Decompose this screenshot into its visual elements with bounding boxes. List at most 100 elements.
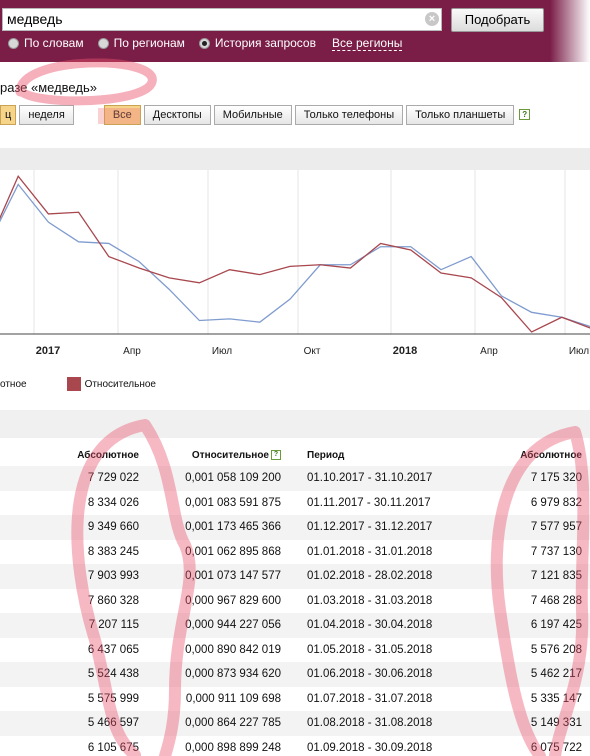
cell-relative: 0,000 944 227 056: [185, 619, 281, 632]
header-absolute-2[interactable]: Абсолютное: [453, 450, 586, 461]
table-row: 6 437 065 0,000 890 842 019 01.05.2018 - 3…: [0, 638, 590, 663]
cell-relative: 0,001 083 591 875: [185, 496, 281, 509]
legend-swatch-relative[interactable]: [66, 377, 81, 391]
cell-absolute: 6 437 065: [87, 643, 139, 656]
cell-period: 01.02.2018 - 28.02.2018: [307, 570, 433, 583]
header-relative-label: Относительное: [191, 449, 269, 461]
legend-label-absolute[interactable]: отное: [0, 379, 27, 390]
cell-absolute-2: 7 737 130: [530, 545, 582, 558]
header-period[interactable]: Период: [285, 450, 453, 461]
search-mode-group: По словам По регионам История запросов В…: [8, 35, 403, 51]
cell-absolute: 5 524 438: [87, 668, 139, 681]
cell-relative: 0,000 911 109 698: [185, 692, 281, 705]
table-row: 7 207 115 0,000 944 227 056 01.04.2018 - 3…: [0, 613, 590, 638]
cell-relative: 0,001 073 147 577: [185, 570, 281, 583]
cell-period: 01.11.2017 - 30.11.2017: [307, 496, 431, 509]
filter-bar: ц неделя Все Десктопы Мобильные Только т…: [0, 105, 531, 125]
radio-dot-icon: [8, 37, 19, 49]
x-tick-label: Июл: [569, 346, 589, 357]
all-regions-link[interactable]: Все регионы: [331, 36, 403, 51]
table-header: Абсолютное Относительное? Период Абсолют…: [0, 444, 590, 466]
table-row: 7 903 993 0,001 073 147 577 01.02.2018 - 2…: [0, 564, 590, 589]
cell-absolute-2: 7 175 320: [530, 472, 582, 485]
cell-relative: 0,000 967 829 600: [185, 594, 281, 607]
cell-period: 01.03.2018 - 31.03.2018: [307, 594, 433, 607]
series-line-relative: [0, 174, 590, 333]
cell-absolute: 6 105 675: [87, 741, 139, 754]
table-row: 7 729 022 0,001 058 109 200 01.10.2017 - 3…: [0, 466, 590, 491]
cell-period: 01.07.2018 - 31.07.2018: [307, 692, 433, 705]
cell-absolute-2: 7 468 288: [530, 594, 582, 607]
cell-absolute: 5 466 597: [87, 717, 139, 730]
table-row: 5 575 999 0,000 911 109 698 01.07.2018 - 3…: [0, 687, 590, 712]
page-title: разе «медведь»: [0, 80, 97, 95]
cell-period: 01.10.2017 - 31.10.2017: [307, 472, 433, 485]
cell-absolute-2: 5 149 331: [530, 717, 582, 730]
radio-query-history[interactable]: История запросов: [198, 36, 316, 50]
device-all-button[interactable]: Все: [103, 105, 141, 125]
radio-by-regions[interactable]: По регионам: [97, 36, 185, 50]
legend-label-relative[interactable]: Относительное: [85, 379, 156, 390]
clear-icon[interactable]: ×: [425, 12, 439, 26]
x-tick-label: Июл: [212, 346, 232, 357]
cell-relative: 0,001 173 465 366: [185, 521, 281, 534]
cell-absolute-2: 7 121 835: [530, 570, 582, 583]
header-absolute[interactable]: Абсолютное: [0, 450, 143, 461]
cell-period: 01.05.2018 - 31.05.2018: [307, 643, 433, 656]
x-tick-label: Апр: [123, 346, 141, 357]
cell-absolute: 9 349 660: [87, 521, 139, 534]
cell-relative: 0,001 062 895 868: [185, 545, 281, 558]
cell-absolute-2: 6 979 832: [530, 496, 582, 509]
chart-legend: отное Относительное: [0, 377, 156, 391]
cell-relative: 0,000 864 227 785: [185, 717, 281, 730]
history-line-chart: 2017 Апр Июл Окт 2018 Апр Июл: [0, 170, 590, 357]
x-tick-label: Апр: [480, 346, 498, 357]
series-line-absolute: [0, 183, 590, 328]
radio-label: По регионам: [113, 36, 185, 50]
cell-absolute: 5 575 999: [87, 692, 139, 705]
help-icon[interactable]: ?: [271, 449, 281, 460]
x-tick-label: 2018: [393, 345, 417, 357]
history-table: Абсолютное Относительное? Период Абсолют…: [0, 444, 590, 756]
cell-relative: 0,001 058 109 200: [185, 472, 281, 485]
cell-relative: 0,000 898 899 248: [185, 741, 281, 754]
table-row: 9 349 660 0,001 173 465 366 01.12.2017 - 3…: [0, 515, 590, 540]
table-row: 8 383 245 0,001 062 895 868 01.01.2018 - 3…: [0, 540, 590, 565]
cell-absolute-2: 5 576 208: [530, 643, 582, 656]
device-phones-button[interactable]: Только телефоны: [294, 105, 404, 125]
period-week-button[interactable]: неделя: [19, 105, 74, 125]
cell-relative: 0,000 890 842 019: [185, 643, 281, 656]
cell-absolute-2: 7 577 957: [530, 521, 582, 534]
radio-by-words[interactable]: По словам: [8, 36, 84, 50]
cell-absolute: 7 903 993: [87, 570, 139, 583]
cell-period: 01.08.2018 - 31.08.2018: [307, 717, 433, 730]
table-body: 7 729 022 0,001 058 109 200 01.10.2017 - 3…: [0, 466, 590, 756]
radio-dot-selected-icon: [198, 37, 210, 49]
radio-label: По словам: [24, 36, 84, 50]
cell-relative: 0,000 873 934 620: [185, 668, 281, 681]
cell-period: 01.01.2018 - 31.01.2018: [307, 545, 433, 558]
device-desktop-button[interactable]: Десктопы: [143, 105, 211, 125]
header-relative[interactable]: Относительное?: [143, 450, 285, 461]
radio-dot-icon: [97, 37, 109, 49]
cell-period: 01.09.2018 - 30.09.2018: [307, 741, 433, 754]
cell-absolute-2: 6 075 722: [530, 741, 582, 754]
table-separator: [0, 410, 590, 438]
submit-button[interactable]: Подобрать: [451, 8, 544, 32]
cell-absolute: 7 729 022: [87, 472, 139, 485]
cell-absolute: 7 207 115: [88, 619, 139, 632]
cell-period: 01.06.2018 - 30.06.2018: [307, 668, 433, 681]
help-icon[interactable]: ?: [519, 109, 531, 120]
search-header: медведь × Подобрать По словам По региона…: [0, 0, 590, 62]
table-row: 8 334 026 0,001 083 591 875 01.11.2017 - 3…: [0, 491, 590, 516]
search-input[interactable]: медведь: [2, 8, 442, 31]
table-row: 7 860 328 0,000 967 829 600 01.03.2018 - 3…: [0, 589, 590, 614]
period-month-button[interactable]: ц: [0, 105, 17, 125]
cell-absolute: 7 860 328: [87, 594, 139, 607]
device-mobile-button[interactable]: Мобильные: [213, 105, 292, 125]
cell-absolute-2: 5 335 147: [530, 692, 582, 705]
cell-absolute-2: 6 197 425: [530, 619, 582, 632]
device-tablets-button[interactable]: Только планшеты: [406, 105, 515, 125]
cell-period: 01.04.2018 - 30.04.2018: [307, 619, 433, 632]
radio-label: История запросов: [214, 36, 316, 50]
